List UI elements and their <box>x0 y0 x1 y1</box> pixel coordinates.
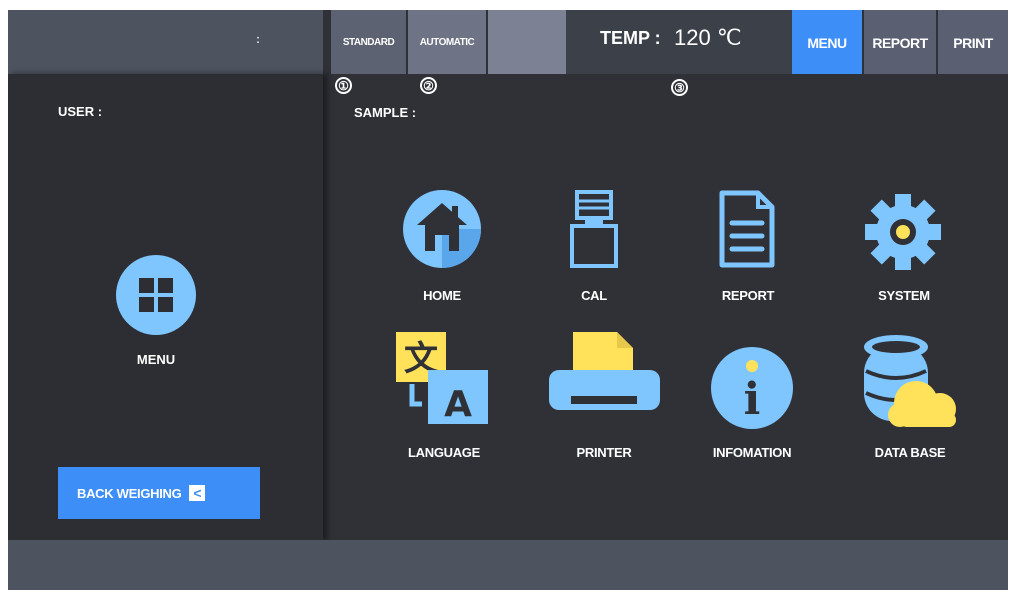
information-label: INFOMATION <box>712 445 792 460</box>
report-label: REPORT <box>721 288 775 303</box>
top-bar-left-section: : <box>8 10 323 74</box>
standard-mode-button[interactable]: STANDARD <box>331 10 406 74</box>
printer-icon[interactable] <box>547 330 662 425</box>
system-label: SYSTEM <box>878 288 930 303</box>
temperature-label: TEMP : <box>600 28 661 48</box>
top-bar-separator: : <box>256 32 260 46</box>
database-label: DATA BASE <box>874 445 946 460</box>
cal-label: CAL <box>581 288 607 303</box>
nav-print-button[interactable]: PRINT <box>938 10 1008 74</box>
home-label: HOME <box>423 288 461 303</box>
gear-icon[interactable] <box>863 192 943 277</box>
left-panel: USER : MENU BACK WEIGHING < <box>8 74 323 540</box>
device-screen: : STANDARD AUTOMATIC TEMP : 120 ℃ MENU R… <box>8 10 1008 590</box>
chevron-left-icon: < <box>189 485 206 501</box>
database-cloud-icon[interactable] <box>860 333 960 438</box>
automatic-mode-button[interactable]: AUTOMATIC <box>408 10 486 74</box>
marker-1: ① <box>335 77 352 94</box>
back-weighing-button[interactable]: BACK WEIGHING < <box>58 467 260 519</box>
nav-report-button[interactable]: REPORT <box>864 10 936 74</box>
back-weighing-label: BACK WEIGHING <box>77 485 182 501</box>
menu-grid-icon[interactable] <box>116 255 196 335</box>
document-icon[interactable] <box>718 189 776 274</box>
nav-menu-button[interactable]: MENU <box>792 10 862 74</box>
translate-latin-glyph: A <box>444 384 472 425</box>
temperature-display: TEMP : 120 ℃ <box>566 10 792 74</box>
sample-label: SAMPLE : <box>354 105 417 120</box>
marker-3: ③ <box>671 79 688 96</box>
marker-2: ② <box>420 77 437 94</box>
home-icon[interactable] <box>402 189 482 274</box>
translate-icon[interactable]: 文 A <box>394 330 494 435</box>
top-bar: : STANDARD AUTOMATIC TEMP : 120 ℃ MENU R… <box>8 10 1008 74</box>
language-label: LANGUAGE <box>408 445 480 460</box>
printer-label: PRINTER <box>576 445 632 460</box>
empty-mode-slot <box>488 10 566 74</box>
user-label: USER : <box>58 104 103 119</box>
menu-caption: MENU <box>136 352 176 367</box>
info-glyph: i <box>744 374 761 425</box>
bottom-bar <box>8 540 1008 590</box>
weight-icon[interactable] <box>569 190 619 275</box>
temperature-value: 120 ℃ <box>674 25 742 50</box>
info-icon[interactable]: i <box>710 346 794 435</box>
